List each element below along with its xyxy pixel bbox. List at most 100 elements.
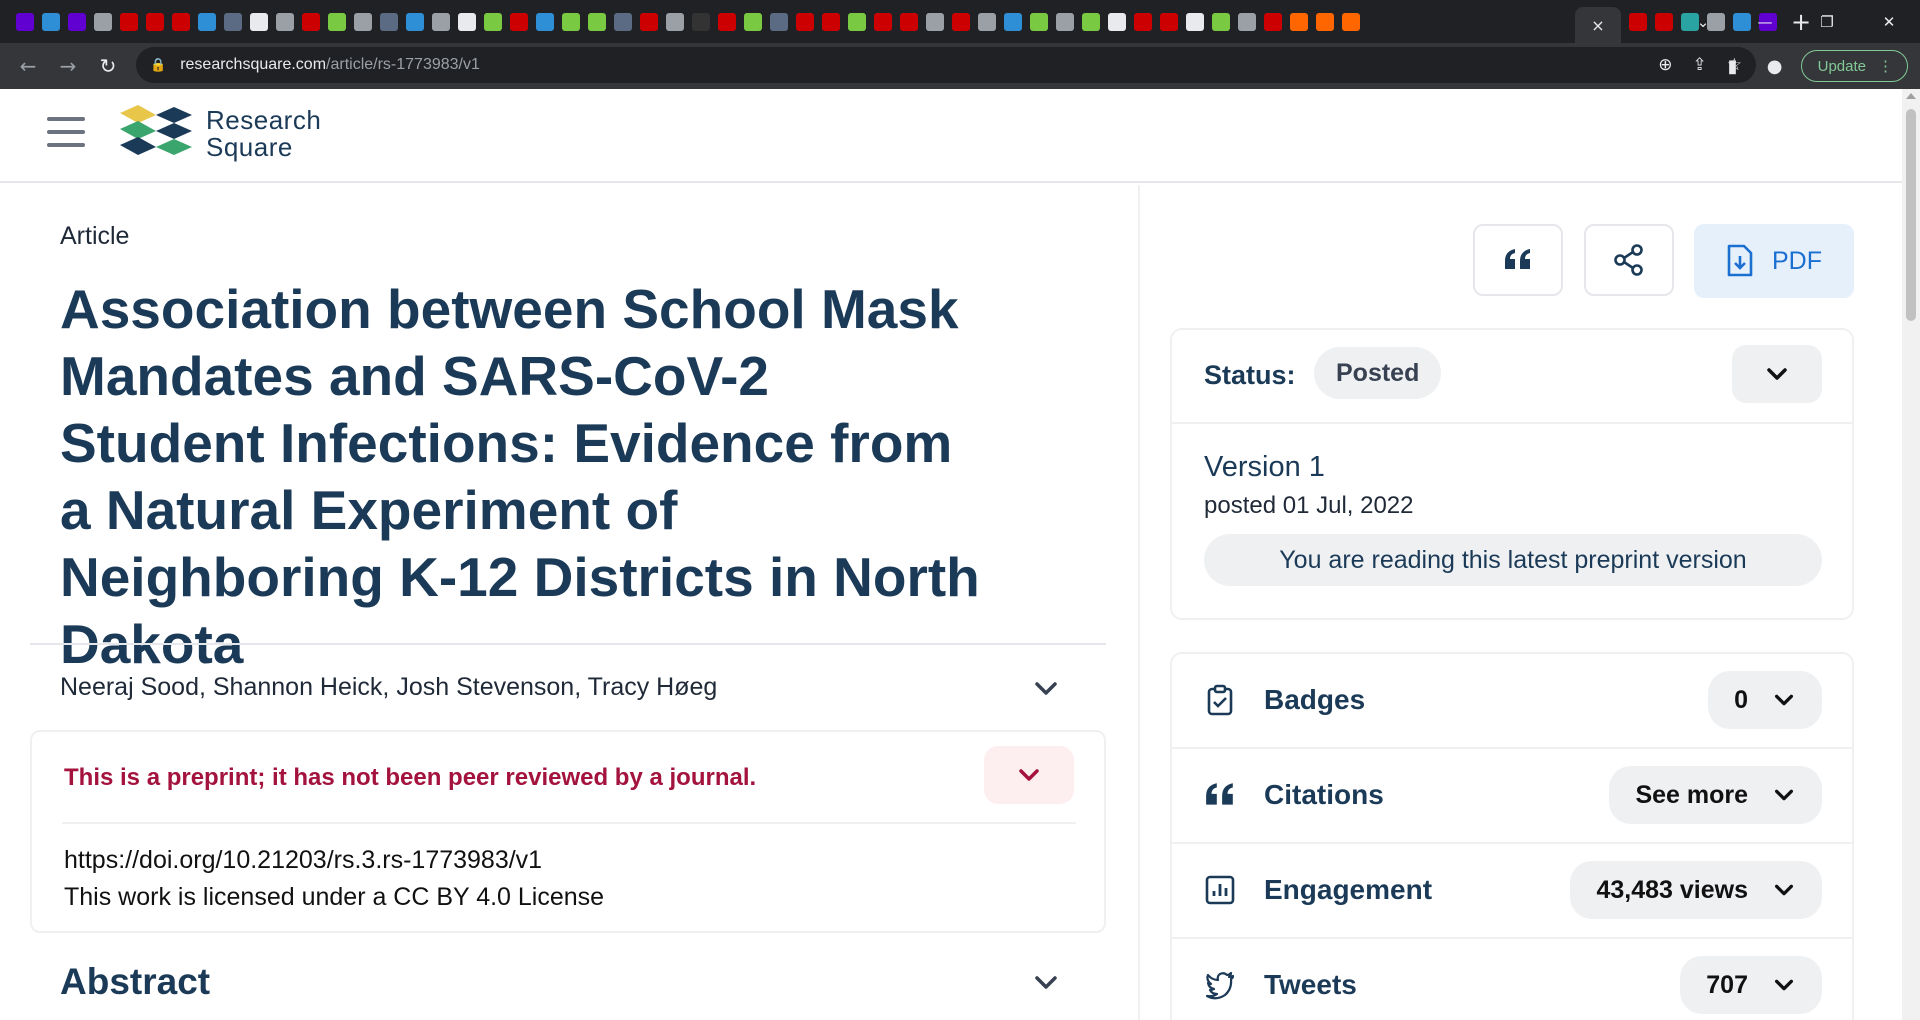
bar-chart-icon <box>1205 875 1235 905</box>
tab-favicon-icon[interactable] <box>740 0 766 43</box>
tab-favicon-icon[interactable] <box>506 0 532 43</box>
preprint-expand-button[interactable] <box>984 746 1074 804</box>
scroll-up-arrow-icon[interactable] <box>1906 93 1916 99</box>
profile-icon[interactable]: ● <box>1759 48 1791 84</box>
tab-favicon-icon[interactable] <box>1234 0 1260 43</box>
status-expand-button[interactable] <box>1732 345 1822 403</box>
tab-favicon-icon[interactable] <box>662 0 688 43</box>
tab-favicon-icon[interactable] <box>1312 0 1338 43</box>
tab-favicon-icon[interactable] <box>1000 0 1026 43</box>
address-bar[interactable]: 🔒 researchsquare.com/article/rs-1773983/… <box>136 47 1756 83</box>
abstract-heading: Abstract <box>60 961 211 1002</box>
tab-favicon-icon[interactable] <box>1260 0 1286 43</box>
favicon-glyph-icon <box>874 12 892 31</box>
tab-favicon-icon[interactable] <box>610 0 636 43</box>
tab-favicon-icon[interactable] <box>116 0 142 43</box>
tab-favicon-icon[interactable] <box>480 0 506 43</box>
tab-favicon-icon[interactable] <box>1286 0 1312 43</box>
tweets-count-button[interactable]: 707 <box>1680 956 1822 1014</box>
share-button[interactable] <box>1584 224 1674 296</box>
tab-favicon-icon[interactable] <box>844 0 870 43</box>
tab-favicon-icon[interactable] <box>38 0 64 43</box>
pdf-download-button[interactable]: PDF <box>1694 224 1854 298</box>
cite-button[interactable] <box>1473 224 1563 296</box>
chevron-down-icon <box>1775 884 1793 896</box>
tab-favicon-icon[interactable] <box>948 0 974 43</box>
tab-favicon-icon[interactable] <box>714 0 740 43</box>
minimize-icon[interactable]: — <box>1734 0 1796 43</box>
tab-favicon-icon[interactable] <box>90 0 116 43</box>
restore-icon[interactable]: ❐ <box>1796 0 1858 43</box>
tab-favicon-icon[interactable] <box>532 0 558 43</box>
tab-favicon-icon[interactable] <box>974 0 1000 43</box>
engagement-views-button[interactable]: 43,483 views <box>1570 861 1822 919</box>
doi-link[interactable]: https://doi.org/10.21203/rs.3.rs-1773983… <box>64 846 542 875</box>
tab-favicon-icon[interactable] <box>1156 0 1182 43</box>
tab-favicon-icon[interactable] <box>168 0 194 43</box>
favicon-glyph-icon <box>614 12 632 31</box>
favicon-glyph-icon <box>1212 12 1230 31</box>
tab-favicon-icon[interactable] <box>792 0 818 43</box>
tab-favicon-icon[interactable] <box>1208 0 1234 43</box>
hamburger-menu-icon[interactable] <box>47 117 85 147</box>
zoom-icon[interactable]: ⊕ <box>1658 55 1672 75</box>
favicon-glyph-icon <box>68 12 86 31</box>
tab-favicon-icon[interactable] <box>12 0 38 43</box>
tab-favicon-icon[interactable] <box>584 0 610 43</box>
tab-favicon-icon[interactable] <box>1130 0 1156 43</box>
tab-favicon-icon[interactable] <box>1052 0 1078 43</box>
favicon-glyph-icon <box>796 12 814 31</box>
tab-favicon-icon[interactable] <box>766 0 792 43</box>
tab-favicon-icon[interactable] <box>1078 0 1104 43</box>
tab-favicon-icon[interactable] <box>64 0 90 43</box>
tab-favicon-icon[interactable] <box>324 0 350 43</box>
tab-favicon-icon[interactable] <box>194 0 220 43</box>
tab-favicon-icon[interactable] <box>402 0 428 43</box>
close-window-icon[interactable]: ✕ <box>1858 0 1920 43</box>
citations-see-more-button[interactable]: See more <box>1609 766 1822 824</box>
research-square-logo[interactable]: Research Square <box>120 105 321 163</box>
update-button[interactable]: Update ⋮ <box>1800 50 1908 82</box>
tab-favicon-icon[interactable] <box>1625 0 1651 43</box>
page-scrollbar[interactable] <box>1902 89 1920 1020</box>
tab-favicon-icon[interactable] <box>428 0 454 43</box>
tab-favicon-icon[interactable] <box>870 0 896 43</box>
tab-favicon-icon[interactable] <box>454 0 480 43</box>
scrollbar-thumb[interactable] <box>1906 109 1916 321</box>
badges-row[interactable]: Badges 0 <box>1172 654 1852 747</box>
tab-favicon-icon[interactable] <box>636 0 662 43</box>
tab-favicon-icon[interactable] <box>272 0 298 43</box>
tab-favicon-icon[interactable] <box>220 0 246 43</box>
favicon-glyph-icon <box>432 12 450 31</box>
tab-favicon-icon[interactable] <box>1182 0 1208 43</box>
lock-icon: 🔒 <box>150 57 167 73</box>
tab-favicon-icon[interactable] <box>142 0 168 43</box>
tab-search-icon[interactable]: ⌄ <box>1672 0 1734 43</box>
authors-chevron-down-icon[interactable] <box>1033 675 1059 701</box>
tab-favicon-icon[interactable] <box>350 0 376 43</box>
tab-favicon-icon[interactable] <box>922 0 948 43</box>
citations-row[interactable]: Citations See more <box>1172 749 1852 842</box>
tab-close-icon[interactable]: × <box>1591 16 1604 35</box>
tab-favicon-icon[interactable] <box>1026 0 1052 43</box>
tab-favicon-icon[interactable] <box>246 0 272 43</box>
forward-arrow-icon[interactable]: → <box>48 46 88 86</box>
back-arrow-icon[interactable]: ← <box>8 46 48 86</box>
tab-favicon-icon[interactable] <box>896 0 922 43</box>
abstract-chevron-down-icon[interactable] <box>1033 969 1059 995</box>
tweets-row[interactable]: Tweets 707 <box>1172 939 1852 1020</box>
reload-icon[interactable]: ↻ <box>88 46 128 86</box>
share-page-icon[interactable]: ⇪ <box>1693 55 1707 75</box>
tab-favicon-icon[interactable] <box>298 0 324 43</box>
tab-favicon-icon[interactable] <box>818 0 844 43</box>
badges-count-button[interactable]: 0 <box>1708 671 1822 729</box>
side-panel-icon[interactable]: ▮ <box>1717 48 1749 84</box>
tab-favicon-icon[interactable] <box>1104 0 1130 43</box>
tab-favicon-icon[interactable] <box>1338 0 1364 43</box>
active-tab[interactable]: × <box>1575 7 1621 43</box>
favicon-glyph-icon <box>770 12 788 31</box>
tab-favicon-icon[interactable] <box>558 0 584 43</box>
tab-favicon-icon[interactable] <box>376 0 402 43</box>
engagement-row[interactable]: Engagement 43,483 views <box>1172 844 1852 937</box>
tab-favicon-icon[interactable] <box>688 0 714 43</box>
